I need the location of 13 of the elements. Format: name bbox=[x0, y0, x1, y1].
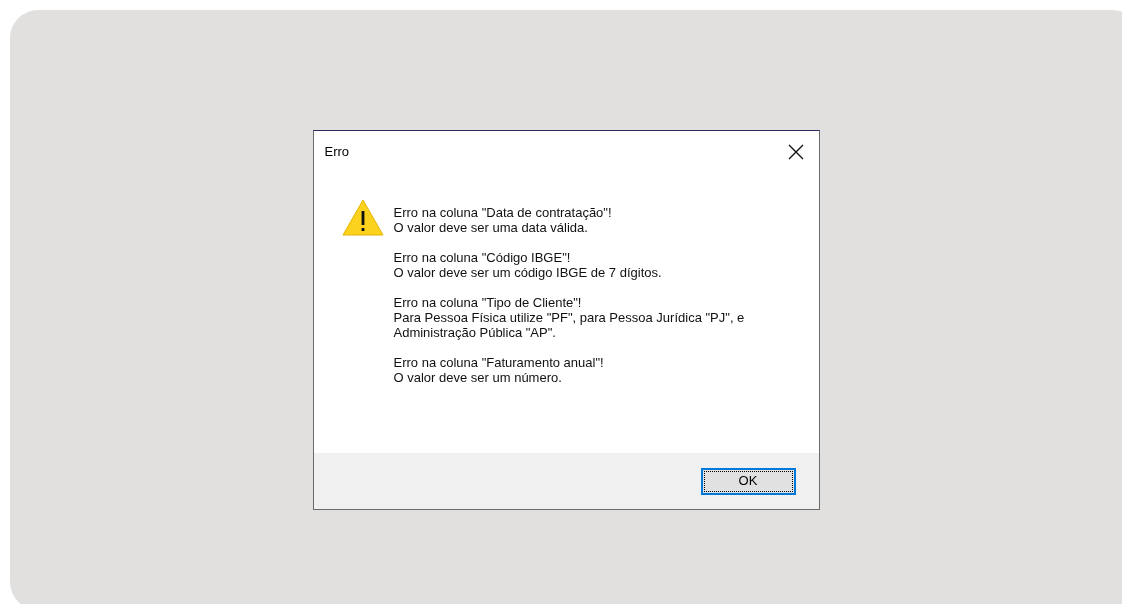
error-message-line: O valor deve ser uma data válida. bbox=[393, 220, 589, 235]
error-message-line: Erro na coluna "Código IBGE"! bbox=[393, 250, 572, 265]
error-message-line: Para Pessoa Física utilize "PF", para Pessoa Jurídica "PJ", e bbox=[393, 310, 745, 325]
error-message-line: O valor deve ser um número. bbox=[393, 370, 563, 385]
ok-button[interactable]: OK bbox=[700, 467, 796, 495]
error-message-line: Erro na coluna "Tipo de Cliente"! bbox=[393, 295, 583, 310]
window-title: Erro bbox=[324, 143, 350, 162]
error-message-line: Erro na coluna "Faturamento anual"! bbox=[393, 355, 605, 370]
close-icon bbox=[787, 144, 804, 160]
error-message-line: Erro na coluna "Data de contratação"! bbox=[393, 205, 613, 220]
error-message-line: O valor deve ser um código IBGE de 7 dígitos. bbox=[393, 265, 663, 280]
warning-icon bbox=[341, 199, 384, 236]
error-message-line: Administração Pública "AP". bbox=[393, 325, 557, 340]
